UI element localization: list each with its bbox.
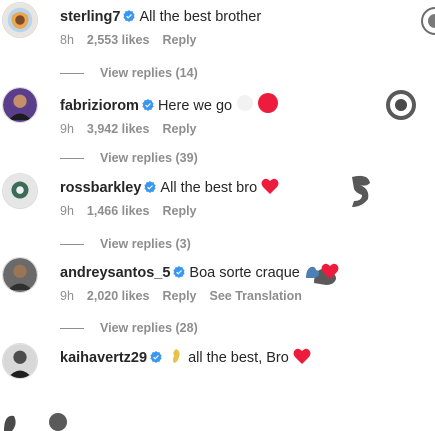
divider-line <box>60 73 84 75</box>
avatar-image <box>3 88 37 122</box>
comment-likes[interactable]: 2,553 likes <box>87 33 150 47</box>
comment-text: All the best brother <box>139 9 262 25</box>
red-heart-icon <box>321 263 339 279</box>
flexed-bicep-icon <box>305 266 319 278</box>
verified-badge-icon <box>150 351 162 363</box>
comment-username[interactable]: fabriziorom <box>60 98 139 114</box>
view-replies-label: View replies (14) <box>100 66 198 80</box>
comment-likes[interactable]: 2,020 likes <box>87 289 150 303</box>
reply-button[interactable]: Reply <box>162 204 196 218</box>
verified-badge-icon <box>144 181 157 193</box>
comment-item: kaihavertz29 all the best, Bro <box>60 348 429 368</box>
comment-likes[interactable]: 1,466 likes <box>87 204 150 218</box>
view-replies-button[interactable]: View replies (39) <box>60 151 198 165</box>
red-heart-icon <box>237 93 279 113</box>
comment-username[interactable]: rossbarkley <box>60 180 141 196</box>
red-heart-icon <box>261 178 279 194</box>
view-replies-button[interactable]: View replies (14) <box>60 66 198 80</box>
comment-text: all the best, Bro <box>188 350 289 366</box>
comment-item: rossbarkley All the best bro 9h 1,466 like… <box>60 178 429 218</box>
avatar-image <box>3 3 37 37</box>
reply-button[interactable]: Reply <box>162 33 196 47</box>
avatar-andreysantos-5[interactable] <box>2 257 38 293</box>
comment-time: 9h <box>60 204 74 218</box>
divider-line <box>60 328 84 330</box>
view-replies-label: View replies (28) <box>100 321 198 335</box>
avatar-kaihavertz29[interactable] <box>2 343 38 379</box>
comment-text: All the best bro <box>160 180 258 196</box>
comment-username[interactable]: sterling7 <box>60 9 120 25</box>
comment-item: fabriziorom Here we go 9h 3,942 likes Reply <box>60 93 429 136</box>
avatar-image <box>3 174 37 208</box>
comment-time: 9h <box>60 289 74 303</box>
comment-item: sterling7 All the best brother 8h 2,553 li… <box>60 7 429 47</box>
comment-username[interactable]: kaihavertz29 <box>60 350 147 366</box>
divider-line <box>60 244 84 246</box>
avatar-sterling7[interactable] <box>2 2 38 38</box>
view-replies-label: View replies (39) <box>100 151 198 165</box>
red-heart-icon <box>293 348 311 364</box>
comment-text: Here we go <box>157 98 233 114</box>
comment-item: andreysantos_5 Boa sorte craque 9h 2,020 l… <box>60 263 429 303</box>
avatar-rossbarkley[interactable] <box>2 173 38 209</box>
verified-badge-icon <box>173 266 186 278</box>
fist-bump-icon <box>173 349 180 363</box>
view-replies-label: View replies (3) <box>100 237 191 251</box>
view-replies-button[interactable]: View replies (3) <box>60 237 191 251</box>
comment-likes[interactable]: 3,942 likes <box>87 122 150 136</box>
reply-button[interactable]: Reply <box>162 289 196 303</box>
hands-icon <box>0 394 90 431</box>
verified-badge-icon <box>142 99 154 111</box>
see-translation-button[interactable]: See Translation <box>210 289 302 303</box>
divider-line <box>60 158 84 160</box>
avatar-image <box>3 344 37 378</box>
comment-username[interactable]: andreysantos_5 <box>60 265 170 281</box>
avatar-image <box>3 258 37 292</box>
comment-time: 8h <box>60 33 74 47</box>
comment-text: Boa sorte craque <box>189 265 300 281</box>
view-replies-button[interactable]: View replies (28) <box>60 321 198 335</box>
avatar-fabriziorom[interactable] <box>2 87 38 123</box>
verified-badge-icon <box>123 10 136 22</box>
comment-time: 9h <box>60 122 74 136</box>
reply-button[interactable]: Reply <box>162 122 196 136</box>
